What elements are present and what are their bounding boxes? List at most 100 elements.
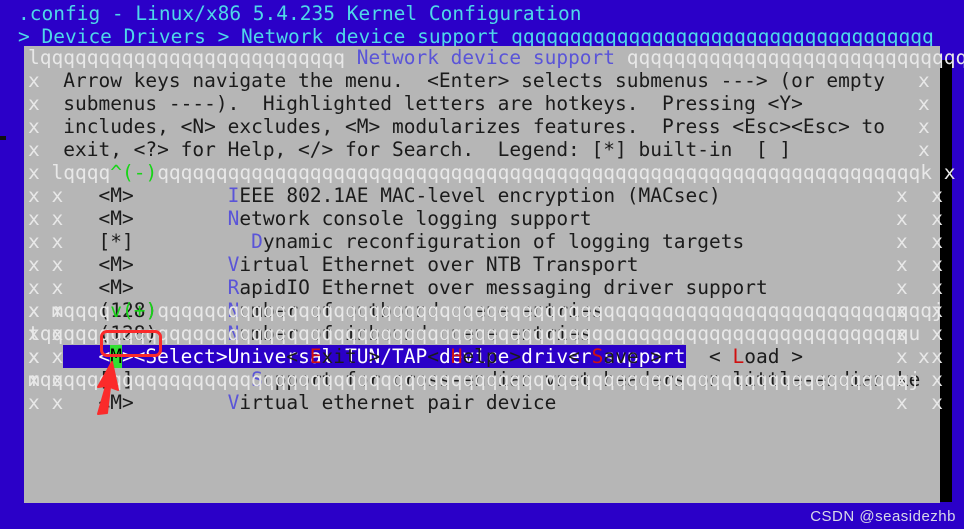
dialog-side-right-3: x: [918, 138, 930, 161]
dialog-side-right-4: x: [943, 161, 956, 184]
menubox-corner-tr: k: [920, 161, 933, 184]
footer-bottom-fill: qqqqqqqqqqqqqqqqqqqqqqqqqqqqqqqqqqqqqqqq…: [39, 368, 909, 391]
menu-item-state[interactable]: <M>: [98, 184, 133, 207]
menubox-side-left: x: [51, 184, 64, 207]
footer-side-left: x: [28, 345, 40, 368]
dialog-side-left: x: [28, 230, 40, 253]
dialog-side-left-0: x: [28, 69, 40, 92]
menu-box-top-border: x lqqqq^(-)qqqqqqqqqqqqqqqqqqqqqqqqqqqqq…: [28, 161, 956, 184]
scroll-up-indicator[interactable]: ^(-): [110, 161, 157, 184]
menubox-side-left: x: [51, 391, 64, 414]
dialog-side-left-3: x: [28, 138, 40, 161]
breadcrumb: > Device Drivers > Network device suppor…: [18, 25, 934, 48]
menu-item-row[interactable]: x x <M> IEEE 802.1AE MAC-level encryptio…: [28, 184, 721, 207]
dialog-side-left: x: [28, 207, 40, 230]
menu-item[interactable]: <M> Virtual ethernet pair device: [63, 391, 556, 414]
menu-item-row[interactable]: x x <M> Virtual ethernet pair device: [28, 391, 556, 414]
footer-top-fill: qqqqqqqqqqqqqqqqqqqqqqqqqqqqqqqqqqqqqqqq…: [39, 322, 909, 345]
exit-button-hotkey: E: [309, 345, 322, 368]
menu-item-label: apidIO Ethernet over messaging driver su…: [239, 276, 768, 299]
menu-item[interactable]: <M> Network console logging support: [63, 207, 591, 230]
menu-item[interactable]: <M> Virtual Ethernet over NTB Transport: [63, 253, 638, 276]
menu-item-state[interactable]: <M>: [98, 253, 133, 276]
dialog-side-right-0: x: [918, 69, 930, 92]
save-button-prefix: <: [568, 345, 592, 368]
dialog-side-left-15: x: [28, 299, 40, 322]
save-button[interactable]: < Save >: [568, 345, 662, 368]
menu-box-bottom-border: x mqqqqv(+)qqqqqqqqqqqqqqqqqqqqqqqqqqqqq…: [28, 299, 944, 322]
menu-item-row[interactable]: x x [*] Dynamic reconfiguration of loggi…: [28, 230, 744, 253]
help-button[interactable]: < Help >: [427, 345, 521, 368]
dialog-side-left: x: [28, 276, 40, 299]
menu-item[interactable]: <M> IEEE 802.1AE MAC-level encryption (M…: [63, 184, 720, 207]
select-button[interactable]: <Select>: [133, 345, 228, 368]
dialog-side-left-2: x: [28, 115, 40, 138]
menu-row-right-borders: x x: [896, 253, 943, 276]
menu-item-state[interactable]: [*]: [98, 230, 133, 253]
dialog-side-left: x: [28, 184, 40, 207]
menu-item-row[interactable]: x x <M> Virtual Ethernet over NTB Transp…: [28, 253, 639, 276]
footer-top-separator: tqqqqqqqqqqqqqqqqqqqqqqqqqqqqqqqqqqqqqqq…: [28, 322, 920, 345]
menu-item-state[interactable]: <M>: [98, 207, 133, 230]
menu-row-right-borders: x x: [896, 230, 943, 253]
menuconfig-dialog: lqqqqqqqqqqqqqqqqqqqqqqqqqq Network devi…: [24, 46, 964, 503]
exit-button-rest: xit >: [321, 345, 381, 368]
menu-item-row[interactable]: x x <M> Network console logging support: [28, 207, 592, 230]
menubox-corner-br: j: [932, 299, 944, 322]
dialog-side-right-2: x: [918, 115, 930, 138]
menubox-side-left: x: [51, 230, 64, 253]
menu-item-hotkey: D: [251, 230, 263, 253]
help-button-rest: elp >: [462, 345, 522, 368]
menu-item-hotkey: I: [227, 184, 240, 207]
menu-item-row[interactable]: x x <M> RapidIO Ethernet over messaging …: [28, 276, 768, 299]
load-button-rest: oad >: [744, 345, 803, 368]
save-button-rest: ave >: [603, 345, 663, 368]
menu-item[interactable]: <M> RapidIO Ethernet over messaging driv…: [63, 276, 767, 299]
menu-item-hotkey: R: [227, 276, 240, 299]
menu-item-label: irtual ethernet pair device: [239, 391, 557, 414]
save-button-hotkey: S: [591, 345, 604, 368]
menu-row-right-borders: x x: [896, 276, 943, 299]
menubox-side-left: x: [51, 276, 64, 299]
dialog-side-left: x: [28, 391, 40, 414]
menu-item[interactable]: [*] Dynamic reconfiguration of logging t…: [63, 230, 744, 253]
load-button[interactable]: < Load >: [709, 345, 803, 368]
menu-row-right-borders: x x: [896, 391, 943, 414]
menubox-corner-tl: l: [51, 161, 64, 184]
menu-item-state[interactable]: <M>: [98, 391, 133, 414]
left-edge-notch: [0, 136, 6, 140]
dialog-side-right-1: x: [918, 92, 930, 115]
scroll-down-indicator[interactable]: v(+): [110, 299, 157, 322]
menu-item-label: ynamic reconfiguration of logging target…: [262, 230, 745, 253]
dialog-top-border: lqqqqqqqqqqqqqqqqqqqqqqqqqq Network devi…: [28, 46, 964, 69]
footer-corner-tr: u: [908, 322, 921, 345]
menu-item-state[interactable]: <M>: [98, 276, 133, 299]
menu-item-hotkey: V: [227, 253, 240, 276]
dialog-top-fill-right: qqqqqqqqqqqqqqqqqqqqqqqqqqqqq: [626, 46, 964, 69]
help-line-0: Arrow keys navigate the menu. <Enter> se…: [63, 69, 886, 92]
breadcrumb-path[interactable]: > Device Drivers > Network device suppor…: [18, 25, 511, 48]
footer-bottom-border: mqqqqqqqqqqqqqqqqqqqqqqqqqqqqqqqqqqqqqqq…: [28, 368, 920, 391]
footer-button-row: x <Select> < Exit > < Help > < Save > < …: [28, 345, 803, 368]
menu-item-label: EEE 802.1AE MAC-level encryption (MACsec…: [239, 184, 721, 207]
exit-button-prefix: <: [286, 345, 310, 368]
help-line-1: submenus ----). Highlighted letters are …: [63, 92, 803, 115]
dialog-side-left-1: x: [28, 92, 40, 115]
breadcrumb-fill: qqqqqqqqqqqqqqqqqqqqqqqqqqqqqqqqqqqq: [511, 25, 934, 48]
menubox-side-left: x: [51, 253, 64, 276]
help-line-2: includes, <N> excludes, <M> modularizes …: [63, 115, 886, 138]
exit-button[interactable]: < Exit >: [286, 345, 380, 368]
dialog-title: Network device support: [356, 46, 616, 69]
menubox-top-fill-a: qqqq: [63, 161, 111, 184]
load-button-prefix: <: [709, 345, 733, 368]
dialog-side-left-4: x: [28, 161, 40, 184]
menu-item-label: irtual Ethernet over NTB Transport: [239, 253, 639, 276]
help-line-row-3: x exit, <?> for Help, </> for Search. Le…: [28, 138, 791, 161]
window-title: .config - Linux/x86 5.4.235 Kernel Confi…: [18, 2, 582, 25]
help-line-3: exit, <?> for Help, </> for Search. Lege…: [63, 138, 792, 161]
footer-corner-bl: m: [28, 368, 40, 391]
menu-item-label: etwork console logging support: [239, 207, 592, 230]
menubox-top-fill-b: qqqqqqqqqqqqqqqqqqqqqqqqqqqqqqqqqqqqqqqq…: [157, 161, 921, 184]
help-button-prefix: <: [427, 345, 451, 368]
dialog-corner-tl: l: [28, 46, 40, 69]
